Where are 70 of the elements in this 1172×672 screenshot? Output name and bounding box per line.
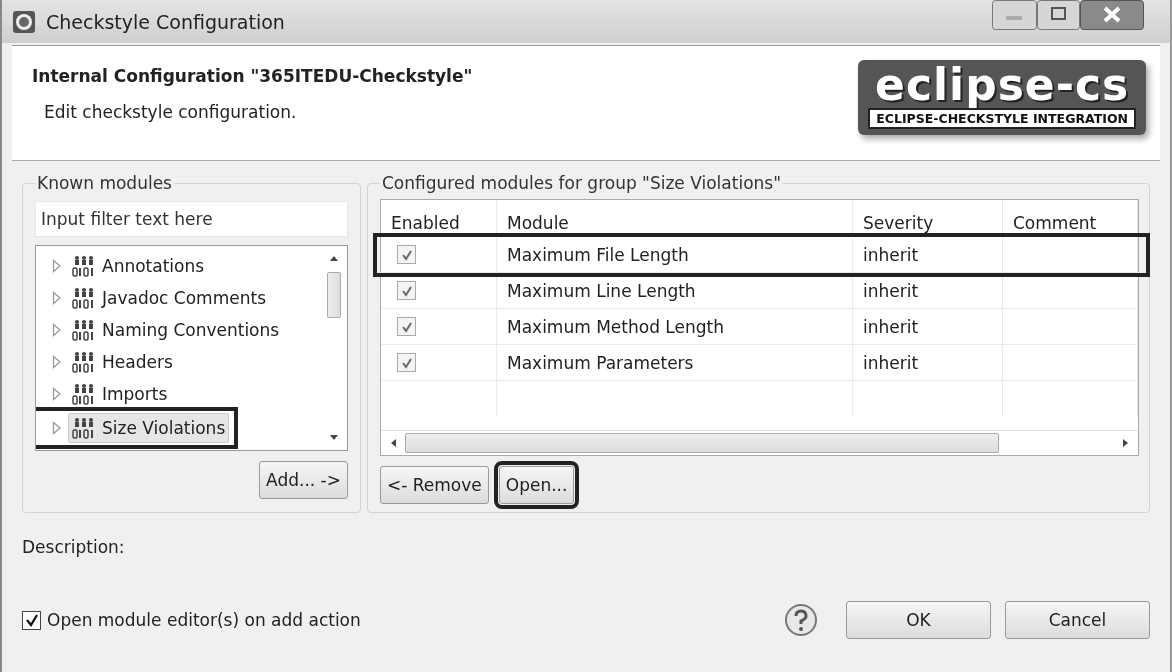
column-header[interactable]: Comment <box>1003 200 1138 237</box>
scroll-thumb[interactable] <box>405 433 999 453</box>
module-icon <box>72 255 96 277</box>
table-row[interactable]: Maximum File Length inherit <box>377 237 1146 273</box>
table-row[interactable]: Maximum Line Length inherit <box>381 273 1138 309</box>
check-icon <box>400 284 413 297</box>
cancel-button[interactable]: Cancel <box>1005 601 1150 639</box>
filter-field[interactable]: Input filter text here <box>35 201 348 237</box>
module-icon <box>72 287 96 309</box>
tree-item[interactable]: Naming Conventions <box>68 315 284 345</box>
horizontal-scrollbar[interactable] <box>381 430 1138 455</box>
check-icon <box>400 248 413 261</box>
scroll-down-icon[interactable] <box>329 434 339 442</box>
table-cell: Maximum Parameters <box>497 345 853 380</box>
dialog-subtitle: Edit checkstyle configuration. <box>44 102 298 122</box>
table-cell: inherit <box>853 237 1003 272</box>
expand-arrow-icon[interactable] <box>52 387 62 401</box>
window-title: Checkstyle Configuration <box>46 10 285 33</box>
scroll-up-icon[interactable] <box>329 254 339 262</box>
module-icon <box>72 351 96 373</box>
enabled-checkbox[interactable] <box>397 281 416 300</box>
expand-arrow-icon[interactable] <box>52 323 62 337</box>
group-label: Known modules <box>36 173 173 193</box>
option-label: Open module editor(s) on add action <box>47 610 361 630</box>
enabled-checkbox[interactable] <box>397 245 416 264</box>
table-cell: Maximum File Length <box>497 237 853 272</box>
group-label: Configured modules for group "Size Violations" <box>381 173 782 193</box>
ok-button[interactable]: OK <box>846 601 991 639</box>
table-cell: Maximum Method Length <box>497 309 853 344</box>
table-row[interactable]: Maximum Parameters inherit <box>381 345 1138 381</box>
help-icon[interactable] <box>784 603 818 637</box>
tree-item[interactable]: Javadoc Comments <box>68 283 270 313</box>
expand-arrow-icon[interactable] <box>52 259 62 273</box>
expand-arrow-icon[interactable] <box>52 291 62 305</box>
check-icon <box>400 320 413 333</box>
logo-text: eclipse-cs <box>875 61 1130 108</box>
app-icon <box>12 9 36 34</box>
tree-item[interactable]: Annotations <box>68 251 209 281</box>
scroll-thumb[interactable] <box>327 272 341 318</box>
table-cell: inherit <box>853 309 1003 344</box>
enabled-checkbox[interactable] <box>397 317 416 336</box>
column-header[interactable]: Enabled <box>381 200 497 237</box>
scroll-right-icon[interactable] <box>1122 438 1130 448</box>
remove-button[interactable]: <- Remove <box>380 466 489 504</box>
column-header[interactable]: Severity <box>853 200 1003 237</box>
tree-item[interactable]: Headers <box>68 347 177 377</box>
minimize-icon[interactable] <box>992 0 1037 30</box>
logo-tagline: ECLIPSE-CHECKSTYLE INTEGRATION <box>868 107 1136 129</box>
scroll-left-icon[interactable] <box>389 438 397 448</box>
table-cell: inherit <box>853 273 1003 308</box>
check-icon <box>400 356 413 369</box>
maximize-icon[interactable] <box>1037 0 1080 30</box>
module-icon <box>72 383 96 405</box>
table-row[interactable]: Maximum Method Length inherit <box>381 309 1138 345</box>
column-header[interactable]: Module <box>497 200 853 237</box>
dialog-title: Internal Configuration "365ITEDU-Checkstyle" <box>32 66 473 86</box>
expand-arrow-icon[interactable] <box>52 355 62 369</box>
tree-item[interactable]: Imports <box>68 379 172 409</box>
module-icon <box>72 417 96 439</box>
description-label: Description: <box>22 537 126 557</box>
close-icon[interactable] <box>1080 0 1144 30</box>
add-button[interactable]: Add... -> <box>259 461 348 499</box>
expand-arrow-icon[interactable] <box>52 421 62 435</box>
table-cell: inherit <box>853 345 1003 380</box>
enabled-checkbox[interactable] <box>397 353 416 372</box>
module-icon <box>72 319 96 341</box>
check-icon <box>24 613 39 627</box>
option-checkbox[interactable] <box>22 610 41 630</box>
table-cell: Maximum Line Length <box>497 273 853 308</box>
tree-item[interactable]: Size Violations <box>68 413 230 443</box>
